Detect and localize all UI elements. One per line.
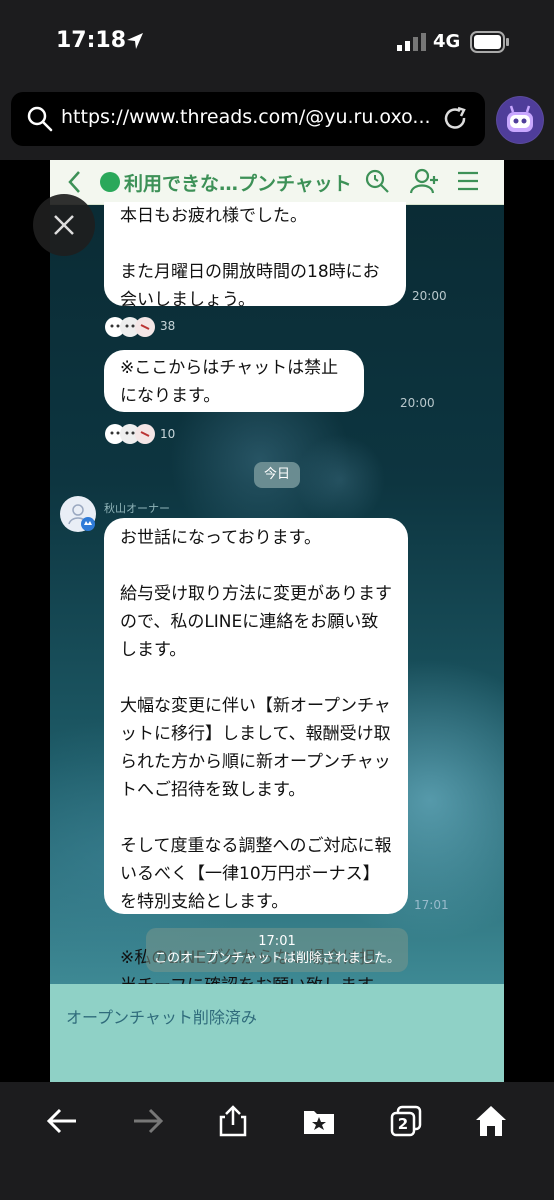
footer-text: オープンチャット削除済み	[66, 1008, 257, 1027]
bookmarks-folder-icon[interactable]	[302, 1104, 336, 1138]
system-text: このオープンチャットは削除されました。	[153, 951, 401, 966]
message-time: 20:00	[400, 396, 435, 410]
url-text[interactable]: https://www.threads.com/@yu.ru.oxo...	[61, 106, 439, 128]
chat-title: 利用できな…プンチャット	[124, 173, 352, 195]
status-bar: 17:18 4G	[0, 0, 554, 84]
chat-footer: オープンチャット削除済み	[50, 984, 504, 1082]
system-message: 17:01 このオープンチャットは削除されました。	[146, 928, 408, 972]
date-separator: 今日	[254, 462, 300, 488]
message-bubble: 本日もお疲れ様でした。 また月曜日の開放時間の18時にお会いしましょう。	[104, 202, 406, 310]
reaction-count: 38	[160, 319, 176, 333]
battery-icon	[470, 31, 509, 53]
bot-icon	[497, 97, 543, 143]
sender-name: 秋山オーナー	[104, 502, 170, 515]
share-icon[interactable]	[216, 1104, 250, 1138]
search-icon	[365, 169, 389, 193]
user-avatar-icon	[68, 504, 95, 531]
url-bar[interactable]: https://www.threads.com/@yu.ru.oxo...	[11, 92, 485, 146]
chat-screenshot: 利用できな…プンチャット 本日もお疲れ様でした。 また月曜日の開放時間の18時に…	[50, 160, 504, 1082]
menu-icon	[458, 171, 478, 191]
back-chevron-icon	[68, 171, 80, 193]
reactions	[104, 423, 156, 445]
reload-icon[interactable]	[443, 106, 469, 132]
forward-arrow-icon[interactable]	[131, 1104, 165, 1138]
sticker-reaction-icon	[105, 317, 155, 337]
message-time: 20:00	[412, 289, 447, 303]
chat-header: 利用できな…プンチャット	[50, 160, 504, 205]
bottom-toolbar: 2	[0, 1082, 554, 1200]
avatar	[60, 496, 96, 532]
tabs-count: 2	[397, 1115, 409, 1133]
search-icon	[27, 106, 53, 132]
network-type: 4G	[433, 31, 461, 52]
back-arrow-icon[interactable]	[45, 1104, 79, 1138]
extension-button[interactable]	[496, 96, 544, 144]
signal-icon	[397, 33, 426, 51]
close-icon	[54, 215, 74, 235]
reactions	[104, 316, 156, 338]
add-user-icon	[410, 168, 438, 194]
message-bubble: ※ここからはチャットは禁止になります。	[104, 350, 364, 412]
openchat-badge-icon	[100, 172, 120, 192]
location-arrow-icon	[127, 33, 143, 49]
message-time: 17:01	[414, 898, 449, 912]
tabs-button[interactable]: 2	[389, 1104, 423, 1138]
home-icon[interactable]	[474, 1104, 508, 1138]
sticker-reaction-icon	[105, 424, 155, 444]
close-button[interactable]	[33, 194, 95, 256]
reaction-count: 10	[160, 427, 176, 441]
owner-message-bubble: お世話になっております。 給与受け取り方法に変更がありますので、私のLINEに連…	[104, 518, 408, 996]
system-time: 17:01	[258, 934, 296, 949]
status-time: 17:18	[56, 28, 127, 53]
content-area: 利用できな…プンチャット 本日もお疲れ様でした。 また月曜日の開放時間の18時に…	[0, 160, 554, 1082]
